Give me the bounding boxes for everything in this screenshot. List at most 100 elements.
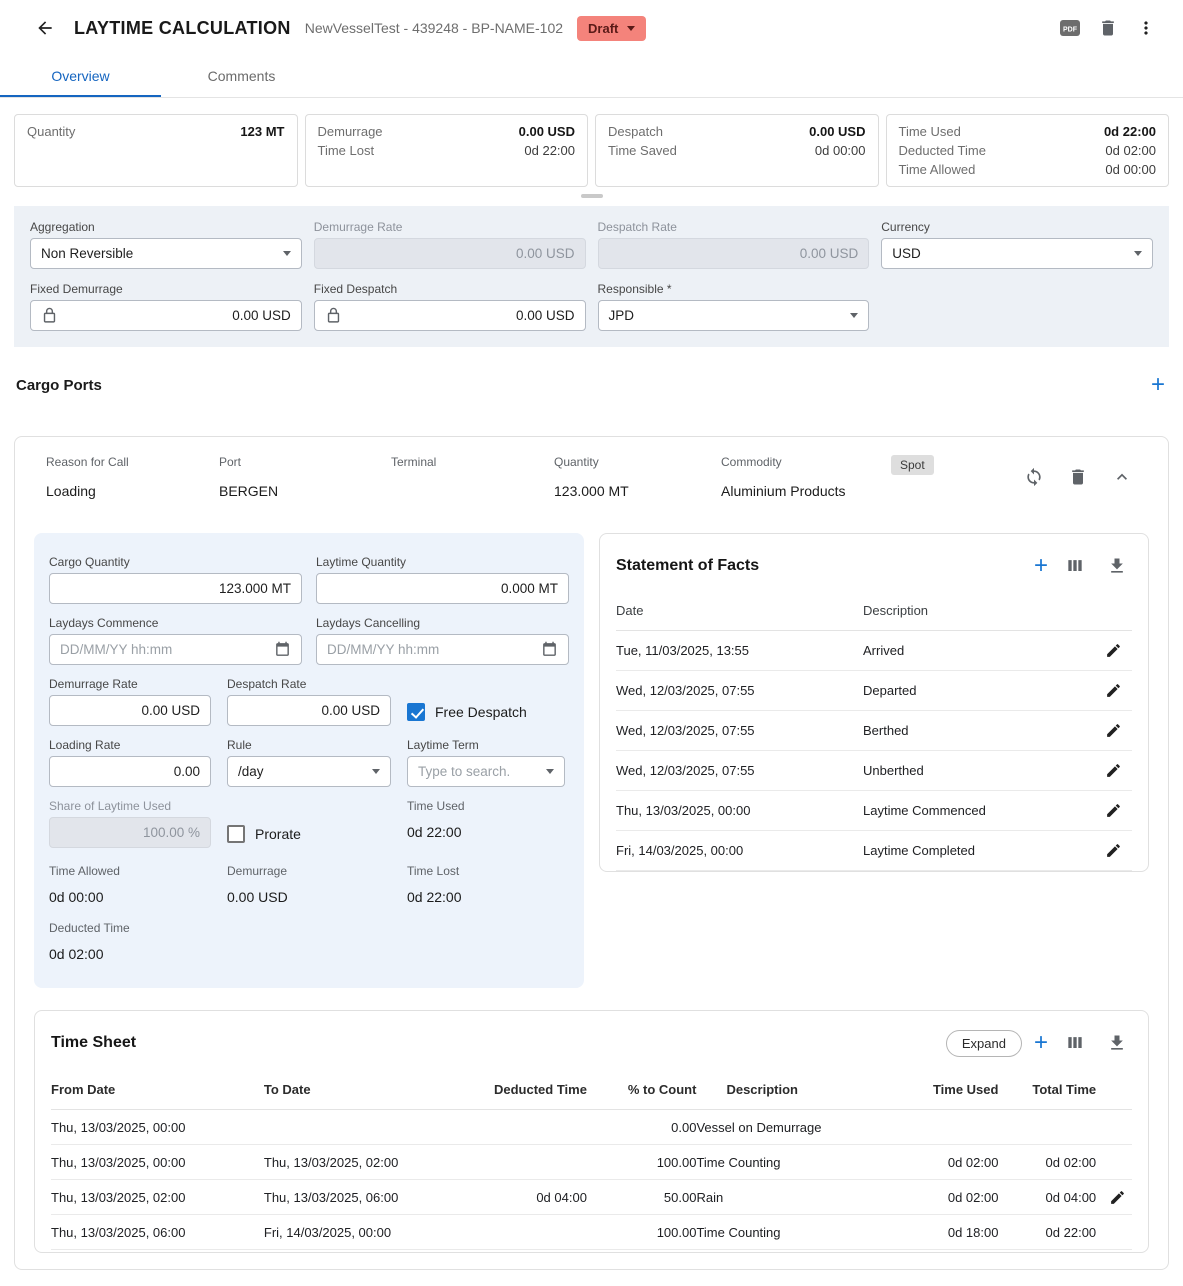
edit-sof-row-button[interactable] bbox=[1098, 636, 1128, 666]
timesheet-row: Thu, 13/03/2025, 00:00 Thu, 13/03/2025, … bbox=[51, 1145, 1132, 1180]
laydays-commence-input[interactable] bbox=[60, 642, 266, 657]
cargo-ports-header: Cargo Ports + bbox=[16, 374, 1165, 396]
pencil-icon bbox=[1105, 682, 1122, 699]
ts-description-cell: Time Counting bbox=[696, 1215, 883, 1250]
laydays-commence-label: Laydays Commence bbox=[49, 616, 302, 630]
quantity-label: Quantity bbox=[27, 122, 75, 141]
rule-value: /day bbox=[238, 764, 364, 779]
status-badge-label: Draft bbox=[588, 21, 618, 36]
port-demurrage-rate-field: Demurrage Rate bbox=[49, 677, 211, 726]
cargo-quantity-label: Cargo Quantity bbox=[49, 555, 302, 569]
rule-select[interactable]: /day bbox=[227, 756, 391, 787]
ts-total-time-cell: 0d 22:00 bbox=[998, 1215, 1096, 1250]
add-timesheet-row-button[interactable]: + bbox=[1034, 1032, 1048, 1054]
responsible-select[interactable]: JPD bbox=[598, 300, 870, 331]
ts-to-cell: Thu, 13/03/2025, 06:00 bbox=[264, 1180, 471, 1215]
ts-to-cell: Thu, 13/03/2025, 02:00 bbox=[264, 1145, 471, 1180]
laytime-quantity-input[interactable] bbox=[327, 581, 558, 596]
demurrage-rate-input: 0.00 USD bbox=[314, 238, 586, 269]
laytime-calculation-page: LAYTIME CALCULATION NewVesselTest - 4392… bbox=[0, 0, 1183, 1270]
collapse-port-button[interactable] bbox=[1107, 462, 1137, 492]
export-pdf-button[interactable]: PDF bbox=[1055, 13, 1085, 43]
port-despatch-rate-input[interactable] bbox=[238, 703, 380, 718]
sof-download-button[interactable] bbox=[1102, 551, 1132, 581]
lock-icon[interactable] bbox=[325, 307, 342, 324]
more-menu-button[interactable] bbox=[1131, 13, 1161, 43]
ts-time-used-cell bbox=[883, 1110, 998, 1145]
currency-select[interactable]: USD bbox=[881, 238, 1153, 269]
resize-handle[interactable] bbox=[581, 194, 603, 198]
cargo-ports-title: Cargo Ports bbox=[16, 377, 102, 394]
port-quantity-label: Quantity bbox=[554, 455, 721, 469]
calendar-icon[interactable] bbox=[274, 641, 291, 658]
quantity-value: 123 MT bbox=[240, 122, 284, 141]
calendar-icon[interactable] bbox=[541, 641, 558, 658]
port-deducted-time-stat: Deducted Time 0d 02:00 bbox=[49, 921, 211, 962]
delete-port-button[interactable] bbox=[1063, 462, 1093, 492]
edit-sof-row-button[interactable] bbox=[1098, 676, 1128, 706]
fixed-demurrage-input[interactable]: 0.00 USD bbox=[30, 300, 302, 331]
laytime-term-input[interactable] bbox=[418, 764, 538, 779]
sof-description-cell: Unberthed bbox=[863, 751, 1098, 791]
aggregation-select[interactable]: Non Reversible bbox=[30, 238, 302, 269]
aggregation-label: Aggregation bbox=[30, 220, 302, 234]
timesheet-columns-button[interactable] bbox=[1060, 1028, 1090, 1058]
port-deducted-time-label: Deducted Time bbox=[49, 921, 211, 935]
add-sof-event-button[interactable]: + bbox=[1034, 555, 1048, 577]
expand-button[interactable]: Expand bbox=[946, 1030, 1022, 1057]
chevron-down-icon bbox=[372, 769, 380, 774]
port-time-lost-stat: Time Lost 0d 22:00 bbox=[407, 864, 565, 905]
demurrage-value: 0.00 USD bbox=[519, 122, 575, 141]
fixed-despatch-value: 0.00 USD bbox=[516, 308, 575, 323]
share-of-laytime-label: Share of Laytime Used bbox=[49, 799, 211, 813]
pencil-icon bbox=[1105, 762, 1122, 779]
prorate-checkbox[interactable]: Prorate bbox=[227, 820, 391, 848]
fixed-despatch-field: Fixed Despatch 0.00 USD bbox=[314, 282, 586, 331]
port-demurrage-rate-input[interactable] bbox=[60, 703, 200, 718]
back-button[interactable] bbox=[30, 13, 60, 43]
ts-total-time-cell: 0d 02:00 bbox=[998, 1145, 1096, 1180]
delete-calculation-button[interactable] bbox=[1093, 13, 1123, 43]
ts-total-time-cell bbox=[998, 1110, 1096, 1145]
sof-columns-button[interactable] bbox=[1060, 551, 1090, 581]
edit-sof-row-button[interactable] bbox=[1098, 796, 1128, 826]
rule-label: Rule bbox=[227, 738, 391, 752]
columns-icon bbox=[1065, 1033, 1085, 1053]
edit-sof-row-button[interactable] bbox=[1098, 756, 1128, 786]
fixed-despatch-input[interactable]: 0.00 USD bbox=[314, 300, 586, 331]
tab-comments[interactable]: Comments bbox=[161, 56, 322, 97]
statement-of-facts-panel: Statement of Facts + Date bbox=[599, 533, 1149, 872]
add-cargo-port-button[interactable]: + bbox=[1151, 374, 1165, 396]
loading-rate-field: Loading Rate bbox=[49, 738, 211, 787]
edit-sof-row-button[interactable] bbox=[1098, 836, 1128, 866]
port-demurrage-value: 0.00 USD bbox=[227, 889, 391, 905]
responsible-field: Responsible * JPD bbox=[598, 282, 870, 331]
back-arrow-icon bbox=[35, 18, 55, 38]
time-lost-label: Time Lost bbox=[318, 141, 375, 160]
time-sheet-title: Time Sheet bbox=[51, 1034, 946, 1052]
ts-to-cell: Fri, 14/03/2025, 00:00 bbox=[264, 1215, 471, 1250]
sof-actions: + bbox=[1034, 551, 1132, 581]
pencil-icon bbox=[1109, 1189, 1126, 1206]
despatch-value: 0.00 USD bbox=[809, 122, 865, 141]
laytime-quantity-field: Laytime Quantity bbox=[316, 555, 569, 604]
share-of-laytime-input: 100.00 % bbox=[49, 817, 211, 848]
loading-rate-input[interactable] bbox=[60, 764, 200, 779]
laydays-cancelling-input[interactable] bbox=[327, 642, 533, 657]
tab-overview[interactable]: Overview bbox=[0, 56, 161, 97]
recalculate-button[interactable] bbox=[1019, 462, 1049, 492]
cargo-quantity-input[interactable] bbox=[60, 581, 291, 596]
port-value: BERGEN bbox=[219, 483, 391, 499]
ts-from-cell: Thu, 13/03/2025, 00:00 bbox=[51, 1145, 264, 1180]
lock-icon[interactable] bbox=[41, 307, 58, 324]
edit-sof-row-button[interactable] bbox=[1098, 716, 1128, 746]
free-despatch-checkbox[interactable]: Free Despatch bbox=[407, 698, 565, 726]
commodity-label: Commodity bbox=[721, 455, 891, 469]
timesheet-download-button[interactable] bbox=[1102, 1028, 1132, 1058]
chevron-down-icon bbox=[850, 313, 858, 318]
port-demurrage-rate-label: Demurrage Rate bbox=[49, 677, 211, 691]
deducted-time-value: 0d 02:00 bbox=[1105, 141, 1156, 160]
port-demurrage-stat: Demurrage 0.00 USD bbox=[227, 864, 391, 905]
edit-timesheet-row-button[interactable] bbox=[1102, 1182, 1132, 1212]
status-badge[interactable]: Draft bbox=[577, 16, 646, 41]
